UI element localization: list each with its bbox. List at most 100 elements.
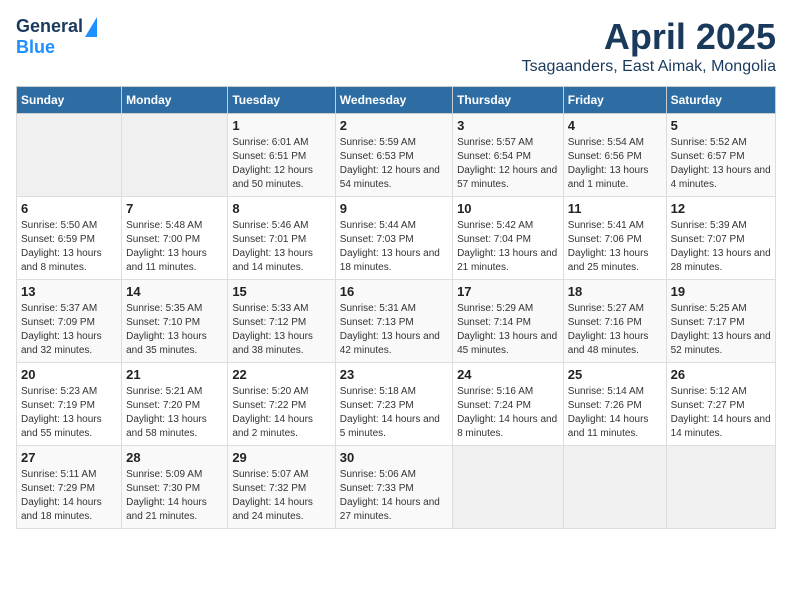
- day-number: 24: [457, 367, 559, 382]
- calendar-cell: 27 Sunrise: 5:11 AMSunset: 7:29 PMDayligh…: [17, 446, 122, 529]
- day-info: Sunrise: 6:01 AMSunset: 6:51 PMDaylight:…: [232, 136, 330, 192]
- day-number: 11: [568, 201, 662, 216]
- calendar-cell: 25 Sunrise: 5:14 AMSunset: 7:26 PMDayligh…: [563, 363, 666, 446]
- day-info: Sunrise: 5:21 AMSunset: 7:20 PMDaylight:…: [126, 385, 223, 441]
- day-info: Sunrise: 5:11 AMSunset: 7:29 PMDaylight:…: [21, 468, 117, 524]
- day-number: 27: [21, 450, 117, 465]
- calendar-cell: 1Sunrise: 6:01 AMSunset: 6:51 PMDaylight…: [228, 114, 335, 197]
- week-row-2: 6 Sunrise: 5:50 AMSunset: 6:59 PMDaylight…: [17, 197, 776, 280]
- day-number: 8: [232, 201, 330, 216]
- day-info: Sunrise: 5:20 AMSunset: 7:22 PMDaylight:…: [232, 385, 330, 441]
- header: General Blue April 2025 Tsagaanders, Eas…: [16, 16, 776, 76]
- day-info: Sunrise: 5:59 AMSunset: 6:53 PMDaylight:…: [340, 136, 448, 192]
- calendar-cell: 12 Sunrise: 5:39 AMSunset: 7:07 PMDayligh…: [666, 197, 775, 280]
- day-info: Sunrise: 5:14 AMSunset: 7:26 PMDaylight:…: [568, 385, 662, 441]
- day-info: Sunrise: 5:35 AMSunset: 7:10 PMDaylight:…: [126, 302, 223, 358]
- day-info: Sunrise: 5:16 AMSunset: 7:24 PMDaylight:…: [457, 385, 559, 441]
- header-day-sunday: Sunday: [17, 87, 122, 114]
- day-info: Sunrise: 5:54 AMSunset: 6:56 PMDaylight:…: [568, 136, 662, 192]
- day-number: 6: [21, 201, 117, 216]
- calendar-cell: 4Sunrise: 5:54 AMSunset: 6:56 PMDaylight…: [563, 114, 666, 197]
- calendar-cell: 20 Sunrise: 5:23 AMSunset: 7:19 PMDayligh…: [17, 363, 122, 446]
- calendar-cell: 16 Sunrise: 5:31 AMSunset: 7:13 PMDayligh…: [335, 280, 452, 363]
- day-info: Sunrise: 5:09 AMSunset: 7:30 PMDaylight:…: [126, 468, 223, 524]
- day-info: Sunrise: 5:25 AMSunset: 7:17 PMDaylight:…: [671, 302, 771, 358]
- day-number: 19: [671, 284, 771, 299]
- day-number: 2: [340, 118, 448, 133]
- day-number: 3: [457, 118, 559, 133]
- title-area: April 2025 Tsagaanders, East Aimak, Mong…: [522, 16, 776, 76]
- calendar-cell: 5 Sunrise: 5:52 AMSunset: 6:57 PMDaylight…: [666, 114, 775, 197]
- page-subtitle: Tsagaanders, East Aimak, Mongolia: [522, 58, 776, 76]
- day-number: 15: [232, 284, 330, 299]
- header-day-monday: Monday: [122, 87, 228, 114]
- calendar-body: 1Sunrise: 6:01 AMSunset: 6:51 PMDaylight…: [17, 114, 776, 529]
- day-info: Sunrise: 5:44 AMSunset: 7:03 PMDaylight:…: [340, 219, 448, 275]
- calendar-cell: 13 Sunrise: 5:37 AMSunset: 7:09 PMDayligh…: [17, 280, 122, 363]
- calendar-cell: 18Sunrise: 5:27 AMSunset: 7:16 PMDayligh…: [563, 280, 666, 363]
- header-day-friday: Friday: [563, 87, 666, 114]
- calendar-cell: 7 Sunrise: 5:48 AMSunset: 7:00 PMDaylight…: [122, 197, 228, 280]
- calendar-cell: 30 Sunrise: 5:06 AMSunset: 7:33 PMDayligh…: [335, 446, 452, 529]
- day-info: Sunrise: 5:52 AMSunset: 6:57 PMDaylight:…: [671, 136, 771, 192]
- week-row-1: 1Sunrise: 6:01 AMSunset: 6:51 PMDaylight…: [17, 114, 776, 197]
- week-row-4: 20 Sunrise: 5:23 AMSunset: 7:19 PMDayligh…: [17, 363, 776, 446]
- calendar-cell: 28Sunrise: 5:09 AMSunset: 7:30 PMDayligh…: [122, 446, 228, 529]
- day-info: Sunrise: 5:48 AMSunset: 7:00 PMDaylight:…: [126, 219, 223, 275]
- day-number: 16: [340, 284, 448, 299]
- day-number: 13: [21, 284, 117, 299]
- day-number: 26: [671, 367, 771, 382]
- page-title: April 2025: [522, 16, 776, 58]
- day-number: 17: [457, 284, 559, 299]
- day-number: 25: [568, 367, 662, 382]
- day-number: 10: [457, 201, 559, 216]
- day-number: 21: [126, 367, 223, 382]
- day-number: 12: [671, 201, 771, 216]
- calendar-cell: 14 Sunrise: 5:35 AMSunset: 7:10 PMDayligh…: [122, 280, 228, 363]
- day-info: Sunrise: 5:33 AMSunset: 7:12 PMDaylight:…: [232, 302, 330, 358]
- day-info: Sunrise: 5:39 AMSunset: 7:07 PMDaylight:…: [671, 219, 771, 275]
- day-number: 14: [126, 284, 223, 299]
- calendar-cell: 2 Sunrise: 5:59 AMSunset: 6:53 PMDaylight…: [335, 114, 452, 197]
- day-info: Sunrise: 5:06 AMSunset: 7:33 PMDaylight:…: [340, 468, 448, 524]
- day-number: 23: [340, 367, 448, 382]
- logo-blue: Blue: [16, 37, 55, 58]
- calendar-cell: 11 Sunrise: 5:41 AMSunset: 7:06 PMDayligh…: [563, 197, 666, 280]
- calendar-cell: 6 Sunrise: 5:50 AMSunset: 6:59 PMDaylight…: [17, 197, 122, 280]
- calendar-cell: 22Sunrise: 5:20 AMSunset: 7:22 PMDayligh…: [228, 363, 335, 446]
- calendar-cell: [453, 446, 564, 529]
- day-info: Sunrise: 5:18 AMSunset: 7:23 PMDaylight:…: [340, 385, 448, 441]
- header-day-thursday: Thursday: [453, 87, 564, 114]
- day-info: Sunrise: 5:37 AMSunset: 7:09 PMDaylight:…: [21, 302, 117, 358]
- calendar-cell: 10Sunrise: 5:42 AMSunset: 7:04 PMDayligh…: [453, 197, 564, 280]
- calendar-cell: 15 Sunrise: 5:33 AMSunset: 7:12 PMDayligh…: [228, 280, 335, 363]
- logo: General Blue: [16, 16, 97, 58]
- calendar-cell: [17, 114, 122, 197]
- header-day-saturday: Saturday: [666, 87, 775, 114]
- day-info: Sunrise: 5:41 AMSunset: 7:06 PMDaylight:…: [568, 219, 662, 275]
- calendar-cell: 19 Sunrise: 5:25 AMSunset: 7:17 PMDayligh…: [666, 280, 775, 363]
- calendar-cell: [122, 114, 228, 197]
- day-number: 5: [671, 118, 771, 133]
- week-row-5: 27 Sunrise: 5:11 AMSunset: 7:29 PMDayligh…: [17, 446, 776, 529]
- day-info: Sunrise: 5:29 AMSunset: 7:14 PMDaylight:…: [457, 302, 559, 358]
- calendar-cell: 26 Sunrise: 5:12 AMSunset: 7:27 PMDayligh…: [666, 363, 775, 446]
- header-day-tuesday: Tuesday: [228, 87, 335, 114]
- day-number: 9: [340, 201, 448, 216]
- day-info: Sunrise: 5:23 AMSunset: 7:19 PMDaylight:…: [21, 385, 117, 441]
- header-row: SundayMondayTuesdayWednesdayThursdayFrid…: [17, 87, 776, 114]
- calendar-cell: 9 Sunrise: 5:44 AMSunset: 7:03 PMDaylight…: [335, 197, 452, 280]
- day-number: 29: [232, 450, 330, 465]
- day-number: 30: [340, 450, 448, 465]
- day-number: 20: [21, 367, 117, 382]
- day-number: 7: [126, 201, 223, 216]
- day-info: Sunrise: 5:12 AMSunset: 7:27 PMDaylight:…: [671, 385, 771, 441]
- week-row-3: 13 Sunrise: 5:37 AMSunset: 7:09 PMDayligh…: [17, 280, 776, 363]
- calendar-cell: [666, 446, 775, 529]
- header-day-wednesday: Wednesday: [335, 87, 452, 114]
- day-info: Sunrise: 5:50 AMSunset: 6:59 PMDaylight:…: [21, 219, 117, 275]
- day-number: 18: [568, 284, 662, 299]
- day-info: Sunrise: 5:31 AMSunset: 7:13 PMDaylight:…: [340, 302, 448, 358]
- calendar-cell: 23 Sunrise: 5:18 AMSunset: 7:23 PMDayligh…: [335, 363, 452, 446]
- day-info: Sunrise: 5:07 AMSunset: 7:32 PMDaylight:…: [232, 468, 330, 524]
